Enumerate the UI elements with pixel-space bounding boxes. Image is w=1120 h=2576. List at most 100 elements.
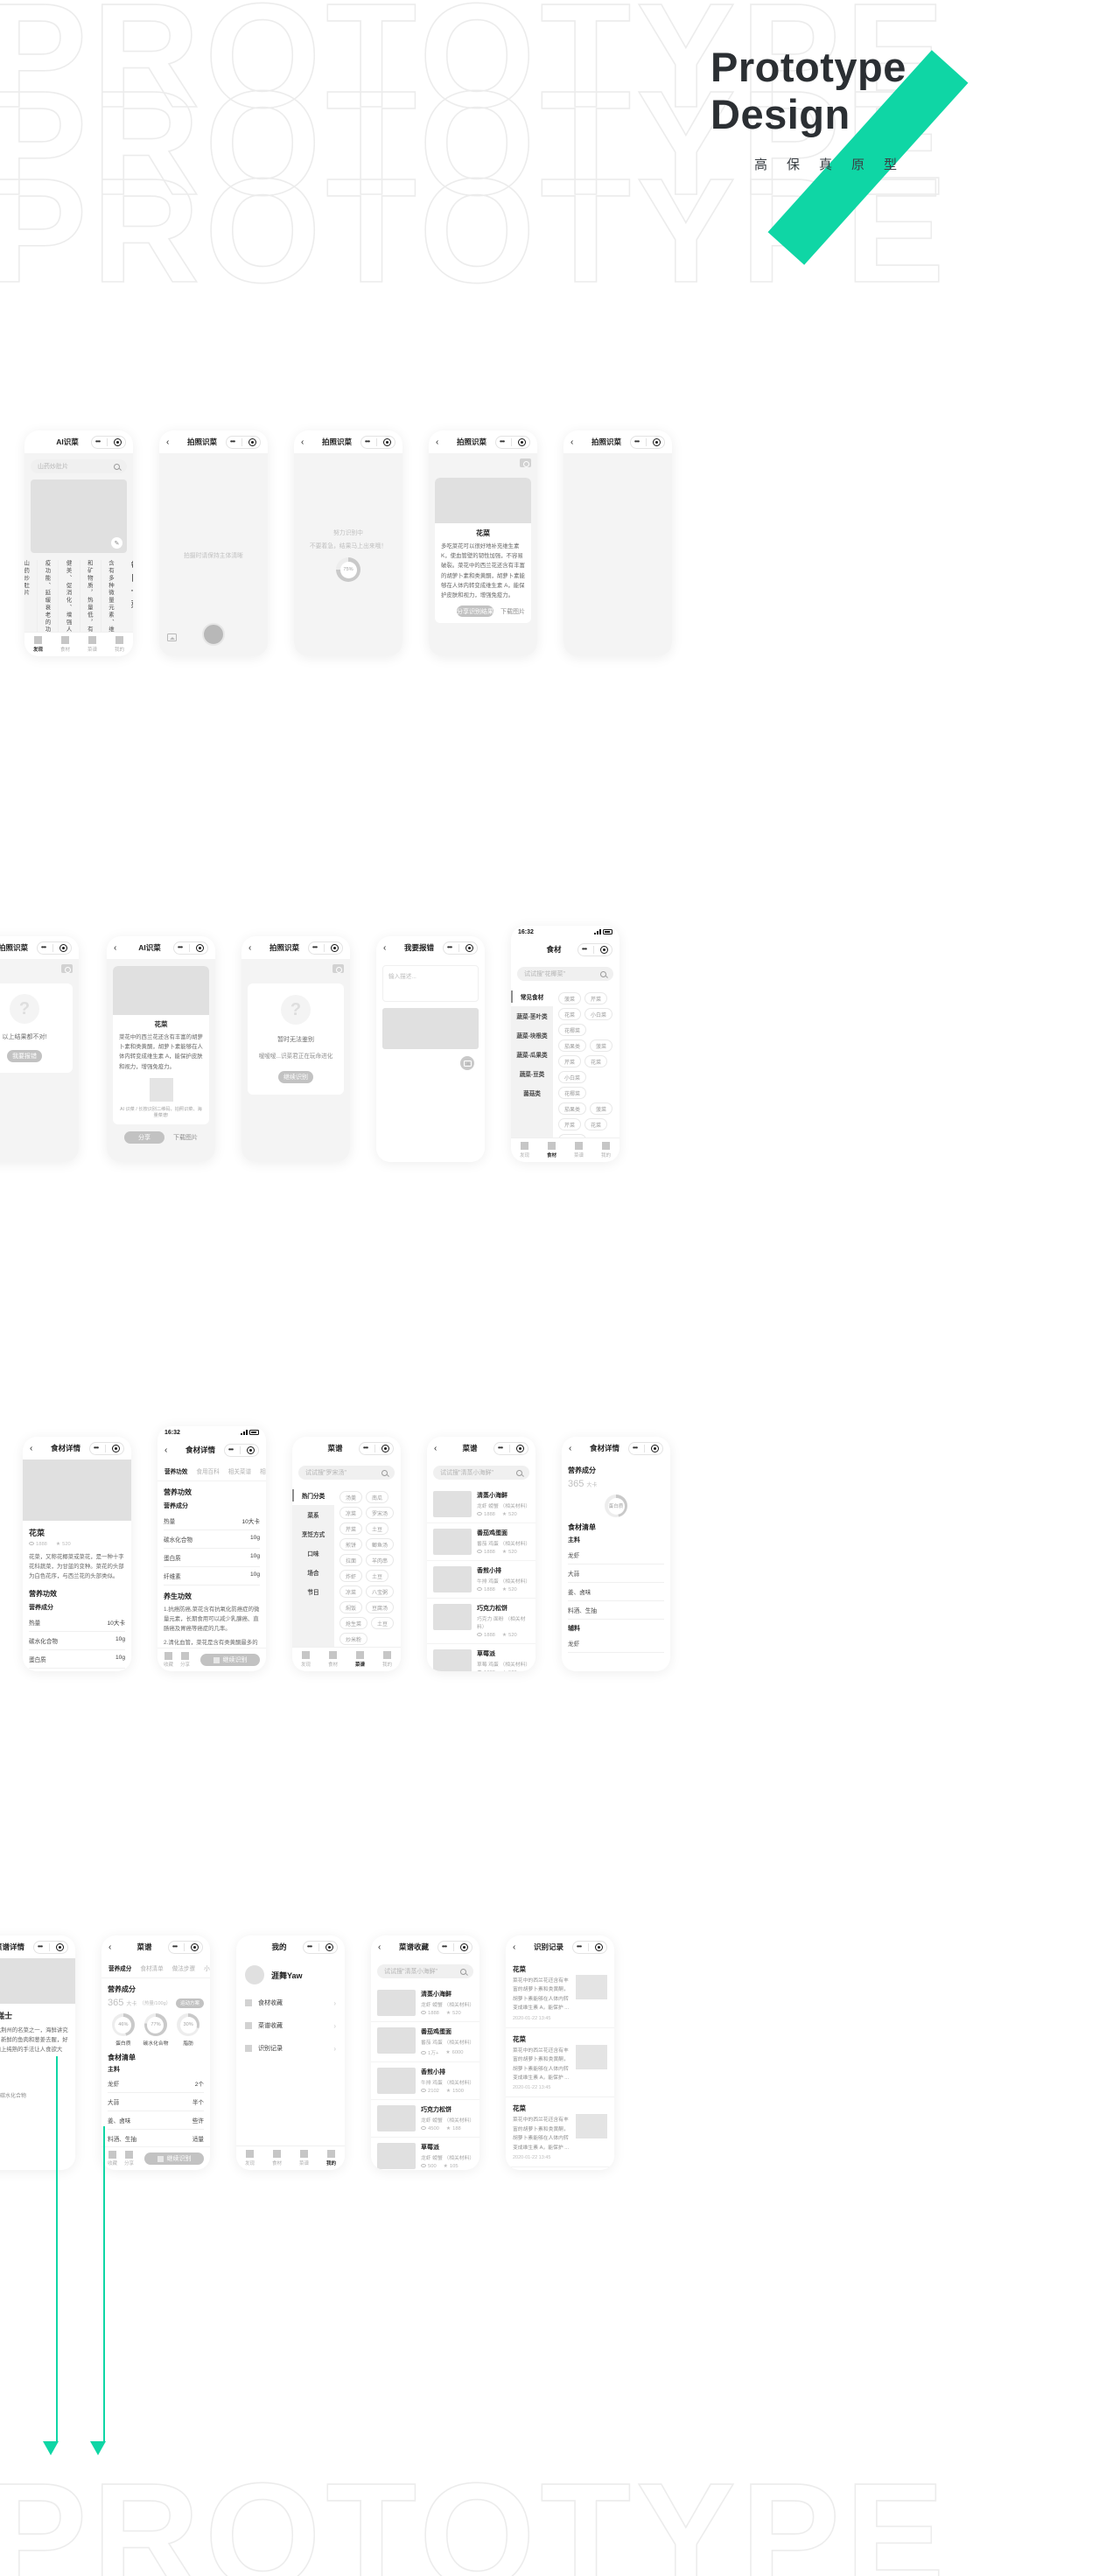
target-icon[interactable] (191, 1942, 200, 1951)
tab-nutrition[interactable]: 营养成分 (108, 1964, 131, 1972)
category-item[interactable]: 菜系 (292, 1505, 334, 1524)
tab-related-videos[interactable]: 相关视频 (260, 1466, 266, 1475)
edit-icon[interactable]: ✎ (111, 537, 122, 549)
search-input[interactable]: 试试搜"花椰菜" (517, 967, 613, 981)
category-item[interactable]: 菌菇类 (511, 1083, 553, 1102)
ingredient-chip[interactable]: 花菜 (584, 1118, 608, 1130)
recipe-row[interactable]: 番茄鸡蛋面 番茄 鸡蛋 （相关材料） 1万+ ★ 6000 (371, 2022, 480, 2062)
recipe-chip[interactable]: 鲫鱼汤 (366, 1538, 395, 1550)
target-icon[interactable] (518, 438, 527, 446)
wechat-capsule[interactable]: ••• (443, 941, 478, 955)
continue-recognition-button[interactable]: 继续识别 (144, 2152, 204, 2165)
target-icon[interactable] (383, 438, 392, 446)
back-icon[interactable]: ‹ (166, 438, 178, 447)
wechat-capsule[interactable]: ••• (224, 1443, 259, 1457)
tab-related-recipes[interactable]: 相关菜谱 (228, 1466, 251, 1475)
recipe-row[interactable]: 巧克力松饼 巧克力 面粉 （相关材料） 1888 ★ 520 (427, 1599, 536, 1644)
target-icon[interactable] (382, 1444, 390, 1452)
tabbar[interactable]: 发现 食材 菜谱 我的 (511, 1138, 620, 1162)
category-item[interactable]: 口味 (292, 1544, 334, 1563)
wechat-capsule[interactable]: ••• (359, 1441, 394, 1455)
wechat-capsule[interactable]: ••• (33, 1940, 68, 1954)
wechat-capsule[interactable]: ••• (308, 941, 343, 955)
report-error-button[interactable]: 我要报错 (7, 1050, 42, 1062)
category-item[interactable]: 蔬菜-块根类 (511, 1026, 553, 1045)
ingredient-chip[interactable]: 小白菜 (584, 1008, 613, 1020)
recipe-row[interactable]: 香煎小排 牛排 鸡蛋 （相关材料） 1888 ★ 520 (427, 1561, 536, 1599)
more-icon[interactable]: ••• (500, 438, 505, 445)
search-input[interactable]: 试试搜"清蒸小海鲜" (433, 1466, 529, 1480)
share-button[interactable]: 分享 (124, 2151, 134, 2166)
tab-discover[interactable]: 发现 (292, 1651, 319, 1668)
profile-header[interactable]: 涯舞Yaw (236, 1958, 345, 1992)
back-icon[interactable]: ‹ (114, 943, 126, 953)
wechat-capsule[interactable]: ••• (89, 1441, 124, 1455)
more-icon[interactable]: ••• (307, 1943, 312, 1950)
target-icon[interactable] (196, 943, 205, 952)
more-icon[interactable]: ••• (178, 944, 183, 951)
menu-item-history[interactable]: 识别记录 › (236, 2037, 345, 2060)
back-icon[interactable]: ‹ (570, 438, 583, 447)
wechat-capsule[interactable]: ••• (168, 1940, 203, 1954)
target-icon[interactable] (460, 1942, 469, 1951)
tab-ingredients[interactable]: 食材 (52, 636, 79, 653)
more-icon[interactable]: ••• (577, 1943, 582, 1950)
history-row[interactable]: 花菜菜花中的西兰花还含有丰富的胡萝卜素和类黄酮，胡萝卜素能够在人体内转变成维生素… (506, 2097, 614, 2168)
more-icon[interactable]: ••• (447, 944, 452, 951)
sport-plan-button[interactable]: 运动方案 (176, 1998, 204, 2008)
recipe-chip[interactable]: 焖饭 (340, 1601, 363, 1614)
target-icon[interactable] (112, 1444, 121, 1452)
retake-button[interactable] (61, 964, 73, 973)
more-icon[interactable]: ••• (228, 1446, 234, 1453)
recipe-chip[interactable]: 炒米粉 (340, 1633, 368, 1645)
recipe-chip[interactable]: 南瓜 (366, 1491, 389, 1503)
tab-recipes[interactable]: 菜谱 (79, 636, 106, 653)
back-icon[interactable]: ‹ (30, 1444, 42, 1453)
ingredient-chip[interactable]: 菠菜 (558, 992, 582, 1004)
history-row[interactable]: 花菜菜花中的西兰花还含有丰富的胡萝卜素和类黄酮，胡萝卜素能够在人体内转变成维生素… (506, 1958, 614, 2028)
download-image-button[interactable]: 下载图片 (500, 607, 525, 616)
back-icon[interactable]: ‹ (378, 1942, 390, 1952)
tab-recipes[interactable]: 菜谱 (346, 1651, 374, 1668)
category-item[interactable]: 场合 (292, 1563, 334, 1582)
detail-tabs[interactable]: 营养成分 食材清单 做法步骤 小贴士 相关视频 (102, 1958, 210, 1978)
target-icon[interactable] (60, 943, 68, 952)
tab-discover[interactable]: 发现 (24, 636, 52, 653)
recipe-row[interactable]: 清蒸小海鲜 龙虾 螃蟹 （相关材料） 1888 ★ 520 (427, 1486, 536, 1523)
target-icon[interactable] (248, 438, 257, 446)
ingredient-chip[interactable]: 菠菜 (590, 1040, 613, 1052)
recipe-chip[interactable]: 芹菜 (340, 1522, 363, 1535)
more-icon[interactable]: ••• (498, 1445, 503, 1452)
tab-recipes[interactable]: 菜谱 (565, 1142, 592, 1158)
tab-ingredients[interactable]: 食材 (538, 1142, 565, 1158)
tab-profile[interactable]: 我的 (318, 2150, 345, 2166)
history-row[interactable]: 花菜菜花中的西兰花还含有丰富的胡萝卜素和类黄酮，胡萝卜素能够在人体内转变成维生素… (506, 2028, 614, 2098)
wechat-capsule[interactable]: ••• (578, 942, 612, 956)
recipe-chip[interactable]: 炸虾 (340, 1570, 363, 1582)
ingredient-chip[interactable]: 芹菜 (558, 1118, 582, 1130)
recipe-chip[interactable]: 土豆 (366, 1522, 389, 1535)
continue-recognition-button[interactable]: 继续识别 (200, 1654, 260, 1666)
recipe-row[interactable]: 香煎小排 牛排 鸡蛋 （相关材料） 2102 ★ 1500 (371, 2062, 480, 2100)
tab-discover[interactable]: 发现 (236, 2150, 263, 2166)
description-textarea[interactable]: 输入描述... (382, 965, 479, 1002)
tabbar[interactable]: 发现 食材 菜谱 我的 (236, 2146, 345, 2170)
recipe-row[interactable]: 草莓派草莓 鸡蛋 （相关材料） 1888 ★520 (427, 1644, 536, 1671)
recipe-chip[interactable]: 土豆 (371, 1617, 395, 1629)
category-item[interactable]: 烹饪方式 (292, 1524, 334, 1544)
more-icon[interactable]: ••• (442, 1943, 447, 1950)
target-icon[interactable] (331, 943, 340, 952)
more-icon[interactable]: ••• (38, 1943, 43, 1950)
ingredient-chip[interactable]: 芹菜 (584, 992, 608, 1004)
wechat-capsule[interactable]: ••• (360, 435, 396, 449)
back-icon[interactable]: ‹ (569, 1444, 581, 1453)
collect-button[interactable]: 收藏 (164, 1652, 173, 1668)
category-item[interactable]: 蔬菜-豆类 (511, 1064, 553, 1083)
more-icon[interactable]: ••• (95, 438, 101, 445)
tab-nutrition-effect[interactable]: 营养功效 (164, 1466, 187, 1475)
tab-profile[interactable]: 我的 (592, 1142, 620, 1158)
recipe-chip[interactable]: 羊肉串 (366, 1554, 395, 1566)
target-icon[interactable] (56, 1942, 65, 1951)
category-item[interactable]: 节日 (292, 1582, 334, 1601)
more-icon[interactable]: ••• (582, 946, 587, 953)
